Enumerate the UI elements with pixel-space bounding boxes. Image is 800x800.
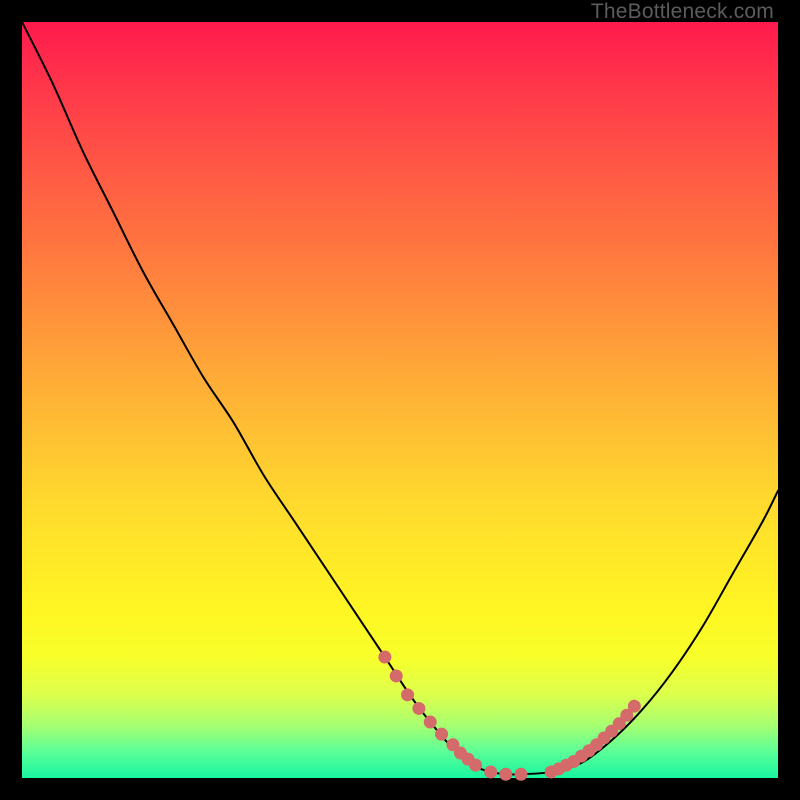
marker-dot (424, 716, 437, 729)
marker-dot (628, 700, 641, 713)
marker-dot (499, 768, 512, 781)
marker-dot (378, 651, 391, 664)
watermark-text: TheBottleneck.com (591, 0, 774, 24)
marker-group (378, 651, 640, 781)
marker-dot (469, 759, 482, 772)
marker-dot (484, 765, 497, 778)
marker-dot (435, 728, 448, 741)
marker-dot (401, 688, 414, 701)
bottleneck-curve (22, 22, 778, 775)
marker-dot (412, 702, 425, 715)
chart-frame: TheBottleneck.com (0, 0, 800, 800)
plot-area (22, 22, 778, 778)
marker-dot (390, 669, 403, 682)
marker-dot (514, 768, 527, 781)
curve-svg (22, 22, 778, 778)
